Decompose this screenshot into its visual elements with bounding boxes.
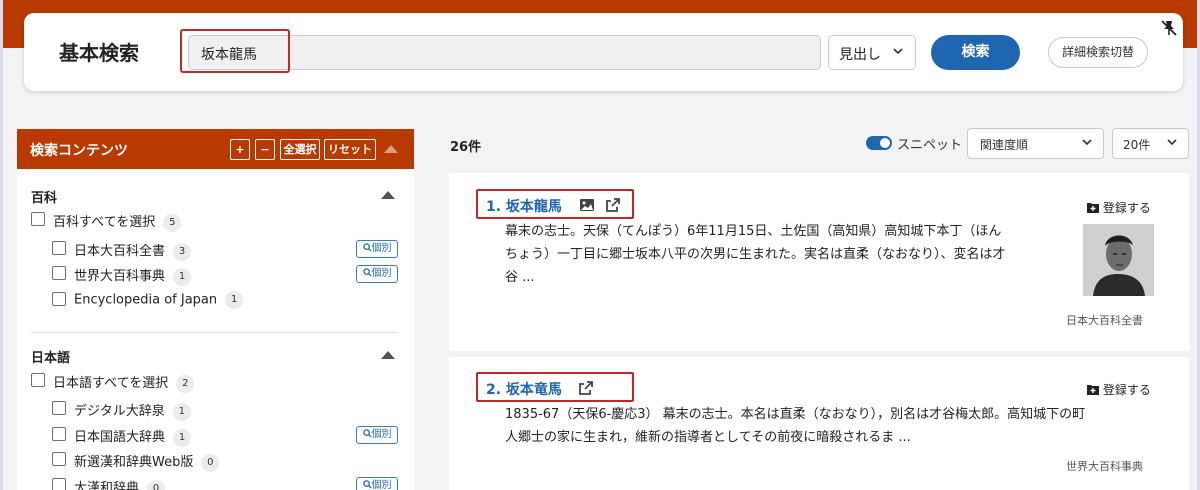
chevron-down-icon (892, 45, 904, 60)
register-label: 登録する (1102, 383, 1151, 397)
individual-search-button[interactable]: 個別 (356, 426, 398, 444)
search-header: 基本検索 坂本龍馬 見出し 検索 詳細検索切替 (24, 13, 1183, 91)
count-badge: 1 (173, 428, 192, 447)
per-page-select[interactable]: 20件 (1112, 128, 1189, 159)
search-button[interactable]: 検索 (931, 35, 1020, 70)
snippet-toggle[interactable] (866, 136, 892, 150)
folder-add-icon (1087, 385, 1099, 395)
result-snippet: 1835-67（天保6-慶応3） 幕末の志士。本名は直柔（なおなり），別名は才谷… (505, 403, 1165, 449)
field-select[interactable]: 見出し (828, 35, 916, 70)
divider (31, 332, 398, 333)
group-title-hyakka: 百科 (31, 191, 58, 206)
unpin-icon[interactable] (1159, 18, 1179, 38)
external-link-icon[interactable] (605, 197, 621, 213)
snippet-line: 幕末の志士。天保（てんぽう）6年11月15日、土佐国（高知県）高知城下本丁（ほん (505, 224, 1002, 239)
content-filter-title: 検索コンテンツ (30, 143, 128, 159)
page-title: 基本検索 (59, 41, 139, 65)
checkbox[interactable] (52, 266, 66, 280)
search-icon (362, 429, 372, 438)
reset-button[interactable]: リセット (324, 139, 376, 160)
result-source: 世界大百科事典 (1066, 460, 1143, 473)
checkbox[interactable] (52, 478, 66, 490)
count-badge: 2 (176, 374, 195, 393)
snippet-line: 1835-67（天保6-慶応3） 幕末の志士。本名は直柔（なおなり），別名は才谷… (505, 407, 1086, 422)
per-page-value: 20件 (1123, 138, 1151, 152)
result-source: 日本大百科全書 (1066, 314, 1143, 327)
result-snippet: 幕末の志士。天保（てんぽう）6年11月15日、土佐国（高知県）高知城下本丁（ほん… (505, 220, 1075, 289)
results-count: 26件 (450, 140, 482, 155)
search-input[interactable]: 坂本龍馬 (188, 35, 821, 70)
checkbox-label: 百科すべてを選択 (53, 215, 156, 230)
search-icon (362, 268, 372, 277)
count-badge: 5 (163, 213, 182, 232)
result-card: 1. 坂本龍馬 登録する 幕末の志士。天保（てんぽう）6年11月15日、土佐国（… (449, 173, 1189, 351)
collapse-all-button[interactable]: − (255, 139, 275, 160)
count-badge: 3 (173, 242, 192, 261)
checkbox-label: 日本語すべてを選択 (53, 376, 169, 391)
checkbox-label: 世界大百科事典 (74, 269, 166, 284)
chevron-down-icon (1166, 136, 1178, 151)
register-button[interactable]: 登録する (1087, 199, 1151, 216)
count-badge: 1 (225, 291, 244, 309)
checkbox-label: 大漢和辞典 (74, 481, 140, 490)
result-card: 2. 坂本竜馬 登録する 1835-67（天保6-慶応3） 幕末の志士。本名は直… (449, 357, 1189, 490)
individual-label: 個別 (371, 243, 392, 254)
panel-collapse-icon[interactable] (384, 145, 398, 153)
individual-label: 個別 (371, 480, 392, 490)
individual-label: 個別 (371, 268, 392, 279)
toggle-knob (880, 138, 890, 148)
checkbox[interactable] (52, 241, 66, 255)
result-title-link[interactable]: 1. 坂本龍馬 (486, 196, 562, 216)
group-collapse-icon[interactable] (381, 351, 395, 359)
sort-select-value: 関連度順 (980, 138, 1029, 152)
search-icon (362, 480, 372, 489)
count-badge: 1 (172, 402, 191, 421)
checkbox[interactable] (52, 401, 66, 415)
advanced-search-toggle[interactable]: 詳細検索切替 (1048, 37, 1148, 68)
chevron-down-icon (1081, 136, 1093, 151)
image-icon[interactable] (579, 197, 595, 213)
select-all-button[interactable]: 全選択 (280, 139, 320, 160)
individual-search-button[interactable]: 個別 (356, 240, 398, 258)
checkbox[interactable] (52, 452, 66, 466)
group-collapse-icon[interactable] (381, 191, 395, 199)
expand-all-button[interactable]: + (230, 139, 250, 160)
checkbox-label: Encyclopedia of Japan (74, 292, 218, 308)
checkbox-label: デジタル大辞泉 (74, 404, 165, 419)
checkbox[interactable] (31, 212, 45, 226)
snippet-line: 谷 ... (505, 270, 535, 285)
register-button[interactable]: 登録する (1087, 381, 1151, 398)
register-label: 登録する (1102, 201, 1151, 215)
content-filter-header: 検索コンテンツ + − 全選択 リセット (17, 129, 414, 169)
count-badge: 0 (201, 453, 220, 472)
sort-select[interactable]: 関連度順 (967, 128, 1104, 159)
folder-add-icon (1087, 203, 1099, 213)
field-select-value: 見出し (839, 47, 881, 63)
snippet-line: 人郷士の家に生まれ，維新の指導者としてその前夜に暗殺されるま ... (505, 430, 911, 445)
checkbox[interactable] (31, 373, 45, 387)
content-filter-panel: 検索コンテンツ + − 全選択 リセット 百科 百科すべてを選択 5 日本大百科全… (17, 129, 414, 490)
external-link-icon[interactable] (578, 380, 594, 396)
group-title-nihongo: 日本語 (31, 351, 71, 366)
snippet-line: ちょう）一丁目に郷士坂本八平の次男に生まれた。実名は直柔（なおなり）、変名は才 (505, 247, 1006, 262)
checkbox[interactable] (52, 427, 66, 441)
count-badge: 1 (173, 267, 192, 286)
checkbox-label: 日本国語大辞典 (74, 430, 166, 445)
checkbox-label: 新選漢和辞典Web版 (74, 455, 194, 470)
individual-search-button[interactable]: 個別 (356, 265, 398, 283)
individual-search-button[interactable]: 個別 (356, 477, 398, 490)
count-badge: 0 (147, 479, 166, 490)
checkbox[interactable] (52, 292, 66, 306)
result-title-link[interactable]: 2. 坂本竜馬 (486, 379, 562, 399)
portrait-thumbnail[interactable] (1083, 224, 1154, 296)
snippet-label: スニペット (897, 138, 963, 153)
search-icon (362, 243, 372, 252)
checkbox-label: 日本大百科全書 (74, 244, 166, 259)
individual-label: 個別 (371, 429, 392, 440)
